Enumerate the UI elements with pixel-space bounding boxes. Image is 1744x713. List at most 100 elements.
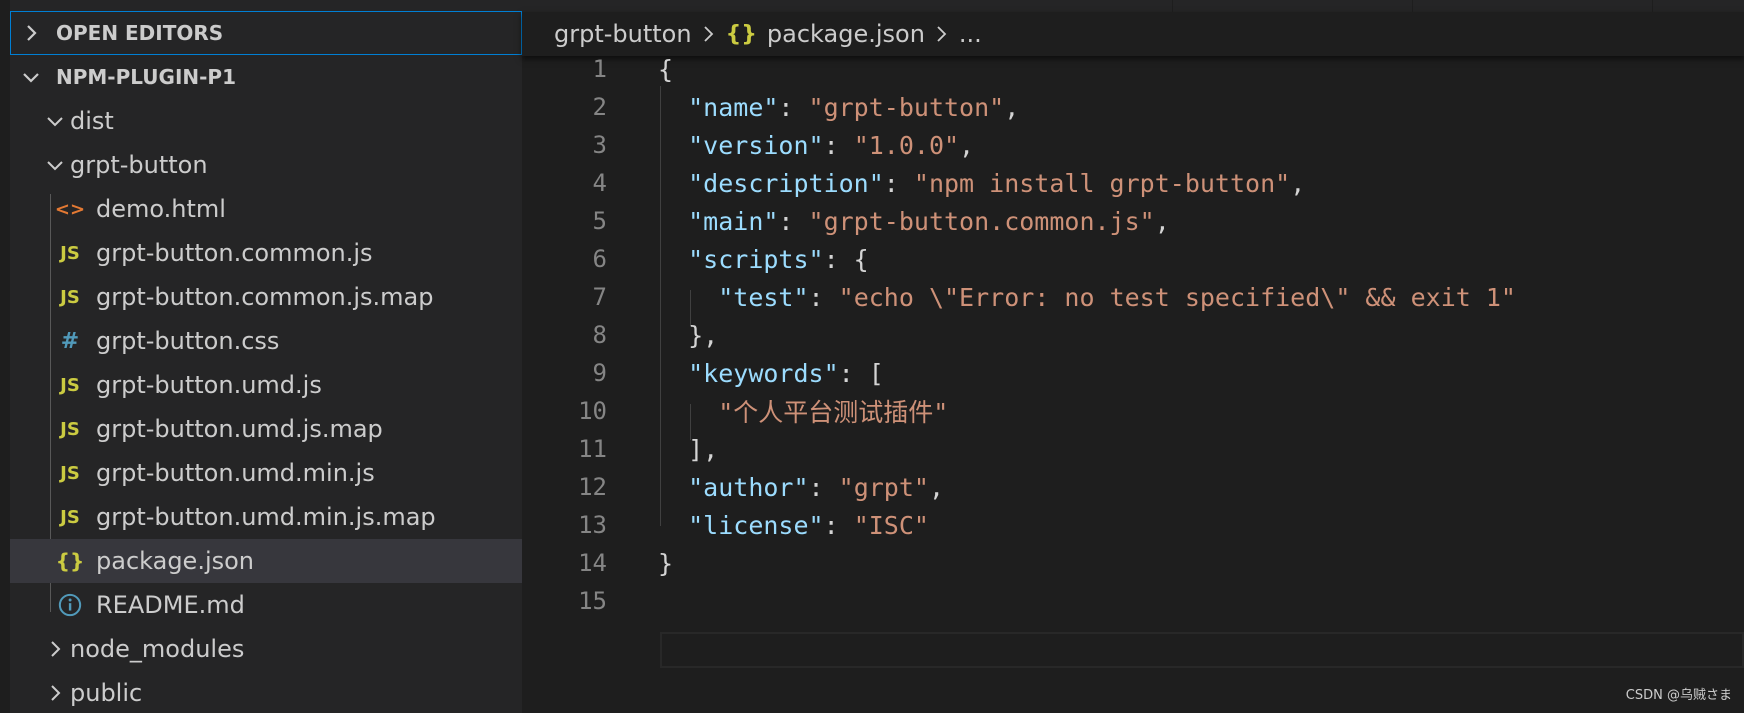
- code-text: "name": "grpt-button",: [658, 93, 1019, 122]
- code-line[interactable]: 14}: [522, 544, 1744, 582]
- line-number: 1: [592, 55, 607, 83]
- json-string: "npm install grpt-button": [913, 168, 1291, 198]
- tree-file-common-js[interactable]: JS grpt-button.common.js: [10, 231, 522, 275]
- chevron-down-icon: [44, 154, 66, 176]
- json-punctuation: :: [823, 130, 854, 160]
- watermark: CSDN @乌贼さま: [1625, 688, 1732, 703]
- code-text: "test": "echo \"Error: no test specified…: [658, 283, 1516, 312]
- json-punctuation: [658, 169, 688, 198]
- json-punctuation: [658, 283, 718, 312]
- json-punctuation: ,: [959, 130, 975, 160]
- json-punctuation: : [: [838, 358, 884, 388]
- json-punctuation: {: [658, 54, 674, 84]
- code-text: "keywords": [: [658, 359, 884, 388]
- line-number: 8: [592, 321, 607, 349]
- tree-folder-node-modules[interactable]: node_modules: [10, 627, 522, 671]
- json-key: "license": [688, 510, 824, 540]
- code-line[interactable]: 3 "version": "1.0.0",: [522, 126, 1744, 164]
- tree-file-package-json[interactable]: {} package.json: [10, 539, 522, 583]
- chevron-right-icon: [933, 23, 951, 45]
- tree-file-demo-html[interactable]: <> demo.html: [10, 187, 522, 231]
- chevron-right-icon: [44, 638, 66, 660]
- code-line[interactable]: 5 "main": "grpt-button.common.js",: [522, 202, 1744, 240]
- tree-file-common-js-map[interactable]: JS grpt-button.common.js.map: [10, 275, 522, 319]
- breadcrumb-more[interactable]: ...: [959, 20, 982, 48]
- json-punctuation: [658, 93, 688, 122]
- tree-item-label: node_modules: [70, 635, 245, 663]
- json-punctuation: },: [658, 320, 719, 350]
- tree-folder-public[interactable]: public: [10, 671, 522, 713]
- code-text: "description": "npm install grpt-button"…: [658, 169, 1305, 198]
- code-line[interactable]: 8 },: [522, 316, 1744, 354]
- code-text: },: [658, 321, 718, 350]
- code-line[interactable]: 10 "个人平台测试插件": [522, 392, 1744, 430]
- tree-item-label: grpt-button.common.js: [96, 239, 373, 267]
- breadcrumb-folder[interactable]: grpt-button: [554, 20, 692, 48]
- line-number: 9: [592, 359, 607, 387]
- tree-file-umd-js-map[interactable]: JS grpt-button.umd.js.map: [10, 407, 522, 451]
- tree-item-label: demo.html: [96, 195, 226, 223]
- open-editors-header[interactable]: OPEN EDITORS: [10, 11, 522, 55]
- code-text: "license": "ISC": [658, 511, 929, 540]
- line-number: 15: [578, 587, 607, 615]
- json-string: "1.0.0": [853, 130, 960, 160]
- json-punctuation: [658, 131, 688, 160]
- code-line[interactable]: 12 "author": "grpt",: [522, 468, 1744, 506]
- js-file-icon: JS: [60, 374, 80, 396]
- tab-divider: [1172, 0, 1173, 12]
- project-label: NPM-PLUGIN-P1: [56, 65, 236, 89]
- json-punctuation: :: [778, 92, 809, 122]
- tree-folder-grpt-button[interactable]: grpt-button: [10, 143, 522, 187]
- tree-file-umd-js[interactable]: JS grpt-button.umd.js: [10, 363, 522, 407]
- json-punctuation: [658, 359, 688, 388]
- project-header[interactable]: NPM-PLUGIN-P1: [10, 55, 522, 99]
- code-text: ],: [658, 435, 718, 464]
- tree-file-readme[interactable]: README.md: [10, 583, 522, 627]
- tree-file-umd-min-js[interactable]: JS grpt-button.umd.min.js: [10, 451, 522, 495]
- tree-item-label: grpt-button.umd.js.map: [96, 415, 383, 443]
- editor-pane: grpt-button {} package.json ... 1{2 "nam…: [522, 0, 1744, 713]
- json-string: "个人平台测试插件": [718, 398, 949, 427]
- code-line[interactable]: 9 "keywords": [: [522, 354, 1744, 392]
- js-file-icon: JS: [60, 462, 80, 484]
- code-text: }: [658, 549, 673, 578]
- code-line[interactable]: 11 ],: [522, 430, 1744, 468]
- code-line[interactable]: 13 "license": "ISC": [522, 506, 1744, 544]
- explorer-sidebar: OPEN EDITORS NPM-PLUGIN-P1 dist grpt-but…: [0, 0, 522, 713]
- json-key: "test": [718, 282, 809, 312]
- json-punctuation: ,: [1004, 92, 1020, 122]
- tree-file-css[interactable]: # grpt-button.css: [10, 319, 522, 363]
- code-line[interactable]: 15: [522, 582, 1744, 620]
- code-text: "scripts": {: [658, 245, 869, 274]
- line-number: 12: [578, 473, 607, 501]
- json-punctuation: :: [808, 282, 839, 312]
- code-line[interactable]: 6 "scripts": {: [522, 240, 1744, 278]
- json-punctuation: [658, 511, 688, 540]
- json-key: "author": [688, 472, 809, 502]
- code-line[interactable]: 7 "test": "echo \"Error: no test specifi…: [522, 278, 1744, 316]
- line-number: 10: [578, 397, 607, 425]
- json-punctuation: }: [658, 548, 674, 578]
- code-line[interactable]: 4 "description": "npm install grpt-butto…: [522, 164, 1744, 202]
- json-punctuation: :: [883, 168, 914, 198]
- tree-item-label: public: [70, 679, 143, 707]
- info-icon: [56, 591, 84, 619]
- code-text: {: [658, 55, 673, 84]
- code-line[interactable]: 1{: [522, 50, 1744, 88]
- json-punctuation: ,: [928, 472, 945, 502]
- code-text: "main": "grpt-button.common.js",: [658, 207, 1170, 236]
- tree-folder-dist[interactable]: dist: [10, 99, 522, 143]
- json-key: "version": [688, 130, 824, 160]
- line-number: 7: [592, 283, 607, 311]
- line-number: 3: [592, 131, 607, 159]
- tree-file-umd-min-js-map[interactable]: JS grpt-button.umd.min.js.map: [10, 495, 522, 539]
- breadcrumb-file[interactable]: package.json: [767, 20, 925, 48]
- html-file-icon: <>: [54, 198, 86, 220]
- tree-item-label: dist: [70, 107, 114, 135]
- json-key: "description": [688, 168, 884, 198]
- code-line[interactable]: 2 "name": "grpt-button",: [522, 88, 1744, 126]
- json-punctuation: [658, 245, 688, 274]
- json-punctuation: ],: [658, 434, 719, 464]
- json-punctuation: :: [823, 510, 854, 540]
- json-string: "grpt-button.common.js": [808, 206, 1155, 236]
